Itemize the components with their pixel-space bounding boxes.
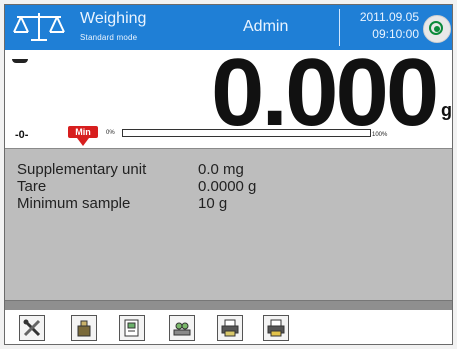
balance-scale-icon[interactable] (11, 11, 67, 43)
report-button[interactable] (119, 315, 145, 341)
info-value: 0.0 mg (198, 161, 244, 178)
mode-title[interactable]: Weighing (80, 10, 146, 28)
info-value: 10 g (198, 195, 228, 212)
stability-icon (12, 59, 28, 63)
zero-indicator: -0- (15, 129, 29, 141)
weight-unit[interactable]: g (441, 100, 452, 121)
settings-tools-icon (23, 319, 41, 337)
function-toolbar (5, 310, 452, 344)
printer-alt-button[interactable] (263, 315, 289, 341)
min-arrow-icon (77, 138, 89, 146)
weigh-items-icon (173, 322, 191, 336)
info-value: 0.0000 g (198, 178, 257, 195)
settings-tools-button[interactable] (19, 315, 45, 341)
printer-alt-icon (267, 319, 285, 337)
mode-subtitle[interactable]: Standard mode (80, 33, 137, 42)
product-icon (77, 320, 91, 337)
printer-button[interactable] (217, 315, 243, 341)
user-name[interactable]: Admin (243, 18, 288, 36)
date-display[interactable]: 2011.09.05 (343, 10, 419, 25)
info-label: Tare (17, 178, 47, 195)
report-icon (124, 319, 139, 337)
weigh-items-button[interactable] (169, 315, 195, 341)
info-panel[interactable]: Supplementary unit 0.0 mg Tare 0.0000 g … (5, 148, 452, 301)
printer-icon (221, 319, 239, 337)
weighing-display: 0.000 g -0- Min 0% 100% (5, 39, 452, 148)
load-bargraph (122, 129, 371, 137)
min-badge-label: Min (68, 126, 98, 138)
bar-end-label: 100% (372, 132, 388, 138)
product-button[interactable] (71, 315, 97, 341)
balance-screen: Weighing Standard mode Admin 2011.09.05 … (4, 4, 453, 345)
info-label: Minimum sample (17, 195, 131, 212)
info-label: Supplementary unit (17, 161, 147, 178)
bar-start-label: 0% (106, 130, 115, 136)
